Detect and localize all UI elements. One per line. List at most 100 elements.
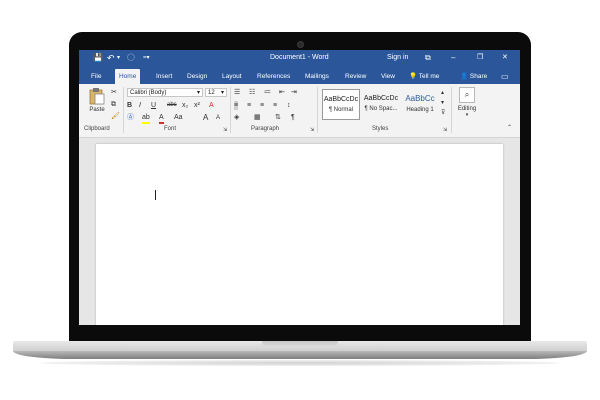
share-button[interactable]: 👤 Share — [456, 69, 491, 84]
styles-more-icon[interactable]: ⊽ — [441, 109, 445, 118]
ribbon-tabs: File Home Insert Design Layout Reference… — [79, 66, 520, 84]
font-color-button[interactable]: A — [159, 113, 164, 124]
increase-indent-icon[interactable]: ⇥ — [291, 88, 297, 97]
styles-scroll-down-icon[interactable]: ▾ — [441, 99, 444, 108]
clear-formatting-icon[interactable]: A — [209, 101, 214, 110]
customize-toolbar-icon[interactable]: =▾ — [143, 50, 150, 66]
decrease-indent-icon[interactable]: ⇤ — [279, 88, 285, 97]
tab-design[interactable]: Design — [183, 69, 211, 84]
comments-icon[interactable]: ▭ — [497, 69, 513, 84]
styles-scroll-up-icon[interactable]: ▴ — [441, 89, 444, 98]
style-preview: AaBbCcDc — [363, 95, 399, 102]
ribbon-divider — [317, 87, 318, 133]
underline-button[interactable]: U — [151, 101, 156, 110]
sign-in-link[interactable]: Sign in — [387, 50, 408, 66]
tab-layout[interactable]: Layout — [218, 69, 246, 84]
tell-me-box[interactable]: 💡 Tell me — [405, 69, 443, 84]
align-right-icon[interactable]: ≡ — [260, 101, 264, 110]
tab-mailings[interactable]: Mailings — [301, 69, 333, 84]
superscript-button[interactable]: x² — [194, 101, 200, 110]
undo-icon[interactable]: ↶ — [107, 50, 115, 66]
tab-review[interactable]: Review — [341, 69, 370, 84]
dialog-launcher-icon[interactable]: ⇲ — [223, 126, 227, 135]
chevron-down-icon: ▾ — [220, 90, 224, 96]
tab-insert[interactable]: Insert — [152, 69, 176, 84]
share-label: Share — [469, 73, 488, 80]
show-hide-button[interactable]: ¶ — [291, 113, 295, 122]
collapse-ribbon-icon[interactable]: ⌃ — [507, 124, 512, 133]
style-name: ¶ No Spac... — [364, 106, 398, 112]
italic-button[interactable]: I — [139, 101, 141, 110]
document-page[interactable] — [96, 144, 503, 325]
redo-icon[interactable]: ◯ — [127, 50, 135, 66]
laptop-shadow — [40, 360, 560, 366]
justify-icon[interactable]: ≡ — [273, 101, 277, 110]
font-size-dropdown[interactable]: 12 ▾ — [205, 88, 227, 97]
webcam — [297, 41, 304, 48]
tab-references[interactable]: References — [253, 69, 294, 84]
font-family-value: Calibri (Body) — [130, 90, 167, 96]
magnifier-icon: ⌕ — [459, 87, 475, 103]
chevron-down-icon: ▾ — [196, 90, 200, 96]
minimize-button[interactable]: – — [451, 50, 455, 66]
bullets-icon[interactable]: ☰ — [234, 88, 240, 97]
highlight-icon[interactable]: ab — [142, 113, 150, 124]
tab-file[interactable]: File — [87, 69, 105, 84]
chevron-down-icon: ▾ — [465, 112, 469, 118]
styles-group-label: Styles — [372, 126, 389, 132]
shading-icon[interactable]: ◈ — [234, 113, 239, 122]
paste-icon — [89, 88, 105, 105]
window-title: Document1 - Word — [270, 54, 329, 61]
font-family-dropdown[interactable]: Calibri (Body) ▾ — [127, 88, 203, 97]
subscript-button[interactable]: x₂ — [182, 101, 188, 110]
style-name: ¶ Normal — [328, 107, 354, 113]
document-area — [79, 138, 520, 325]
restore-button[interactable]: ❐ — [477, 50, 483, 66]
line-spacing-icon[interactable]: ↕ — [287, 101, 291, 110]
multilevel-list-icon[interactable]: ≔ — [264, 88, 271, 97]
format-painter-icon[interactable]: 🖌 — [111, 112, 120, 121]
style-preview: AaBbCc — [405, 94, 435, 103]
paste-button[interactable]: Paste — [85, 87, 109, 123]
cut-icon[interactable]: ✂ — [111, 88, 117, 97]
tell-me-label: Tell me — [418, 73, 440, 80]
borders-icon[interactable]: ▦ — [254, 113, 261, 122]
strikethrough-button[interactable]: abc — [167, 101, 177, 110]
text-effects-icon[interactable]: Ⓐ — [127, 113, 134, 122]
ribbon-divider — [451, 87, 452, 133]
sort-icon[interactable]: ⇅ — [275, 113, 281, 122]
ribbon-divider — [123, 87, 124, 133]
laptop-notch — [262, 341, 338, 347]
shrink-font-button[interactable]: A — [216, 114, 220, 123]
laptop-mockup: 💾 ↶ ▾ ◯ =▾ Document1 - Word Sign in ⧉ – … — [0, 0, 600, 400]
tab-view[interactable]: View — [377, 69, 399, 84]
editing-button[interactable]: ⌕ Editing ▾ — [454, 87, 480, 123]
dialog-launcher-icon[interactable]: ⇲ — [443, 126, 447, 135]
grow-font-button[interactable]: A — [203, 113, 208, 122]
change-case-button[interactable]: Aa — [174, 113, 183, 122]
ribbon-home: Paste ✂ ⧉ 🖌 Clipboard Calibri (Body) ▾ 1… — [79, 84, 520, 138]
bold-button[interactable]: B — [127, 101, 132, 110]
style-name: Heading 1 — [406, 107, 434, 113]
style-no-spacing[interactable]: AaBbCcDc ¶ No Spac... — [362, 89, 400, 120]
laptop-base-edge — [13, 351, 587, 359]
title-bar: 💾 ↶ ▾ ◯ =▾ Document1 - Word Sign in ⧉ – … — [79, 50, 520, 66]
save-icon[interactable]: 💾 — [93, 50, 103, 66]
style-normal[interactable]: AaBbCcDc ¶ Normal — [322, 89, 360, 120]
font-group-label: Font — [164, 126, 177, 132]
clipboard-group-label: Clipboard — [84, 126, 110, 132]
ribbon-display-options-icon[interactable]: ⧉ — [425, 50, 431, 66]
undo-dropdown-icon[interactable]: ▾ — [117, 50, 120, 66]
word-window: 💾 ↶ ▾ ◯ =▾ Document1 - Word Sign in ⧉ – … — [79, 50, 520, 325]
numbering-icon[interactable]: ☷ — [249, 88, 255, 97]
paragraph-group-label: Paragraph — [251, 126, 280, 132]
tab-home[interactable]: Home — [115, 69, 141, 84]
close-button[interactable]: ✕ — [502, 50, 508, 66]
style-heading-1[interactable]: AaBbCc Heading 1 — [401, 89, 439, 120]
person-icon: 👤 — [460, 73, 469, 80]
copy-icon[interactable]: ⧉ — [111, 100, 116, 109]
align-left-icon[interactable]: ≡ — [234, 101, 239, 110]
dialog-launcher-icon[interactable]: ⇲ — [310, 126, 314, 135]
paste-label: Paste — [89, 107, 105, 113]
align-center-icon[interactable]: ≡ — [247, 101, 251, 110]
